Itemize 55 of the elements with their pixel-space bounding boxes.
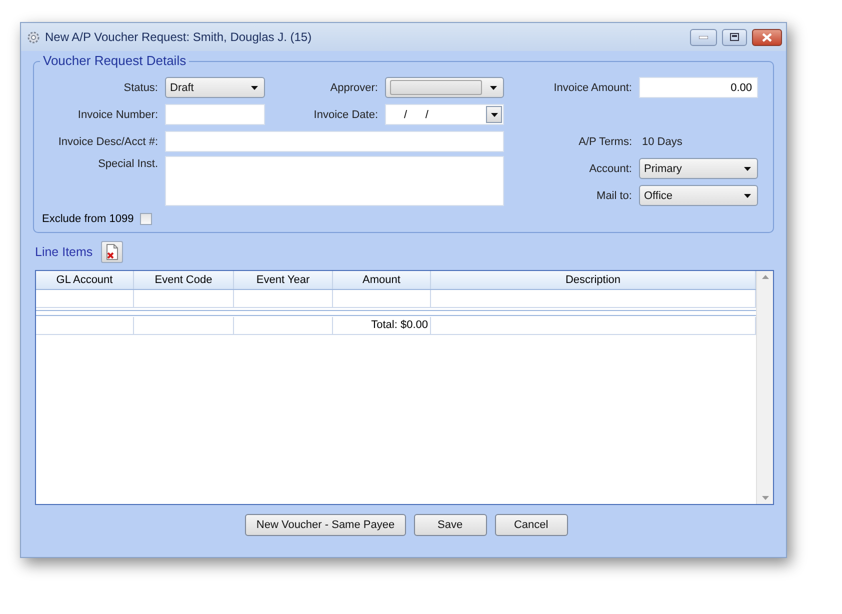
close-button[interactable]	[752, 28, 782, 46]
total-cell: Total: $0.00	[333, 317, 431, 335]
action-button[interactable]: Cancel	[494, 514, 568, 536]
caret-icon	[490, 86, 497, 90]
action-button[interactable]: New Voucher - Same Payee	[245, 514, 406, 536]
dropdown[interactable]: Primary	[639, 158, 758, 179]
field-label: Mail to:	[596, 190, 633, 202]
terms-value: 10 Days	[641, 136, 684, 148]
caret-icon	[251, 86, 258, 90]
minimize-icon	[699, 36, 708, 38]
amount-field[interactable]: 0.00	[639, 77, 758, 98]
field-label: Invoice Number:	[76, 108, 159, 120]
field-label: Status:	[122, 82, 159, 94]
text-area[interactable]	[165, 156, 504, 206]
input-field[interactable]	[165, 104, 265, 125]
dropdown[interactable]: Office	[639, 185, 758, 206]
dropdown[interactable]	[385, 77, 504, 98]
maximize-icon	[730, 33, 739, 41]
caret-icon	[490, 112, 498, 116]
field-label: Invoice Desc/Acct #:	[57, 136, 159, 148]
field-label: Approver:	[329, 82, 379, 94]
window-title: New A/P Voucher Request: Smith, Douglas J. (15)	[45, 30, 313, 44]
table-cell[interactable]	[134, 290, 234, 308]
column-header[interactable]: GL Account	[36, 271, 134, 289]
column-header[interactable]: Amount	[333, 271, 431, 289]
delete-document-icon	[104, 244, 119, 260]
delete-row-button[interactable]	[100, 241, 123, 263]
table-cell[interactable]	[431, 290, 756, 308]
action-button[interactable]: Save	[414, 514, 487, 536]
caret-icon	[744, 166, 751, 170]
table-cell[interactable]	[333, 290, 431, 308]
table-cell[interactable]	[36, 290, 134, 308]
field-label: Special Inst.	[97, 158, 159, 170]
close-icon	[762, 32, 772, 42]
input-field[interactable]	[165, 131, 504, 152]
caret-icon	[744, 194, 751, 198]
dropdown[interactable]: Draft	[165, 77, 265, 98]
field-label: Account:	[588, 162, 633, 174]
section-title: Line Items	[35, 245, 93, 259]
minimize-button[interactable]	[690, 28, 717, 46]
scroll-down-icon[interactable]	[762, 496, 768, 500]
table-cell[interactable]	[234, 290, 333, 308]
group-title: Voucher Request Details	[40, 53, 190, 68]
gear-icon	[27, 30, 40, 44]
maximize-button[interactable]	[722, 28, 747, 46]
checkbox[interactable]	[140, 213, 152, 225]
scroll-up-icon[interactable]	[762, 275, 768, 279]
field-label: Invoice Date:	[312, 108, 379, 120]
field-label: A/P Terms:	[578, 136, 633, 148]
scrollbar[interactable]	[756, 271, 773, 504]
field-label: Invoice Amount:	[552, 82, 633, 94]
column-header[interactable]: Event Year	[234, 271, 333, 289]
column-header[interactable]: Event Code	[134, 271, 234, 289]
checkbox-label: Exclude from 1099	[42, 213, 134, 225]
date-field[interactable]: / /	[385, 104, 504, 125]
